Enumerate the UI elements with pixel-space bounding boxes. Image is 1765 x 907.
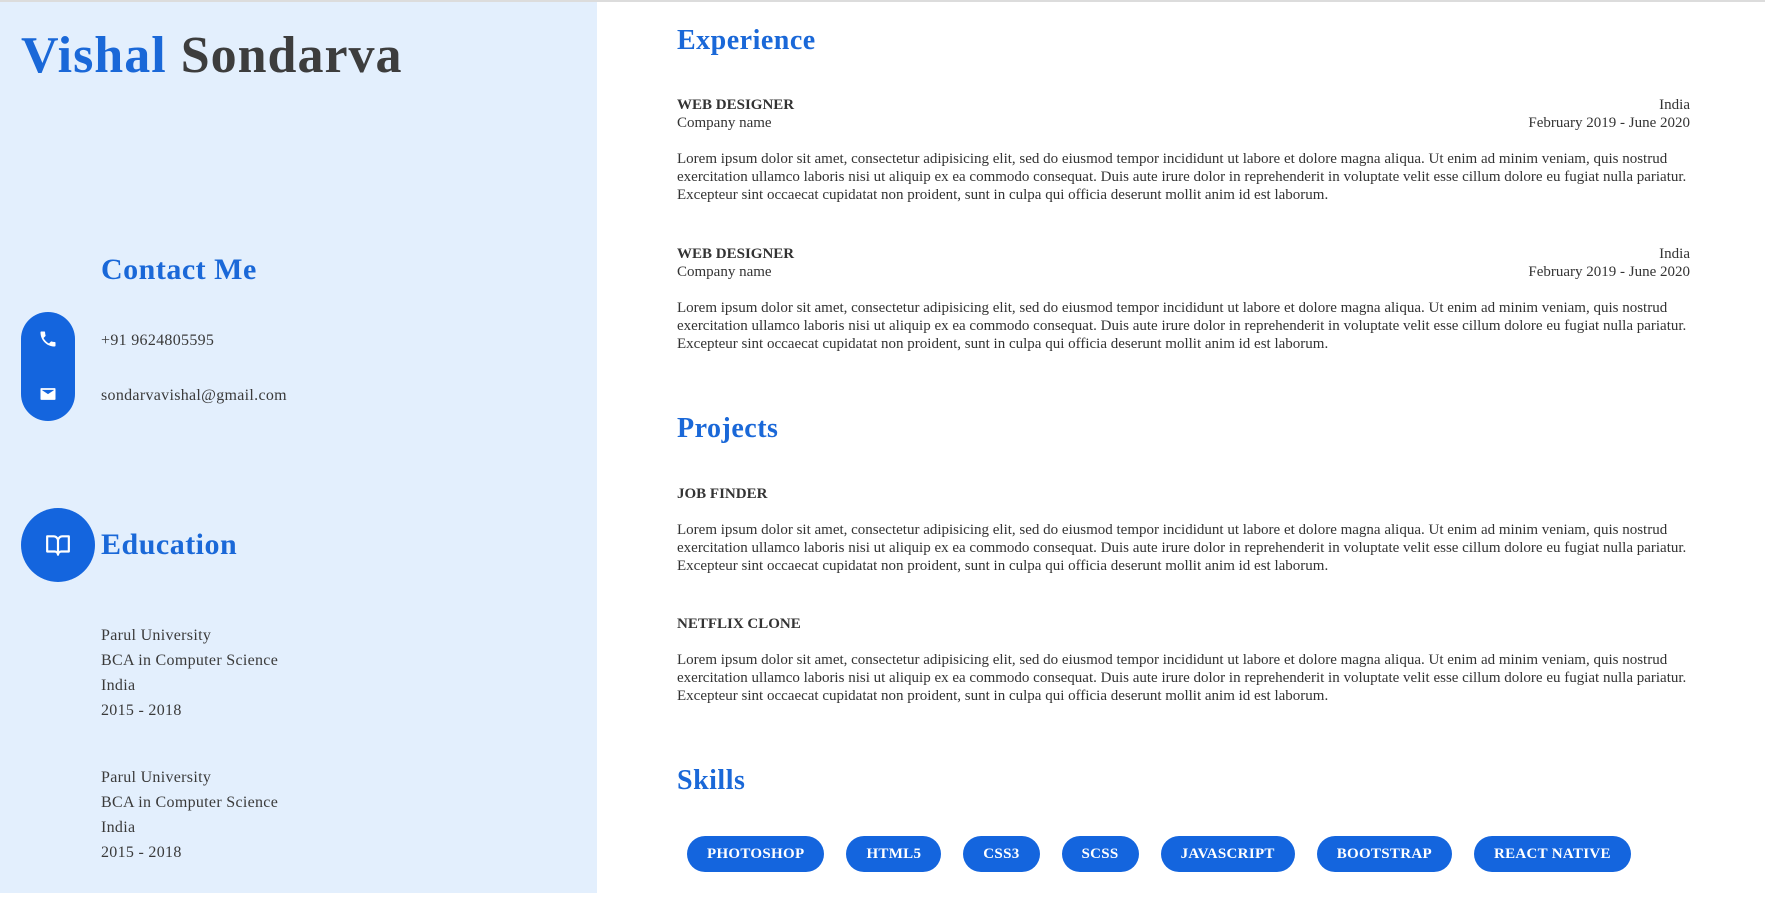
project-item: NETFLIX CLONE Lorem ipsum dolor sit amet… [677, 615, 1690, 705]
education-badge [21, 508, 95, 582]
project-description: Lorem ipsum dolor sit amet, consectetur … [677, 652, 1687, 704]
skill-tag-bootstrap[interactable]: BOOTSTRAP [1316, 836, 1452, 872]
experience-item: WEB DESIGNER India Company name February… [677, 245, 1690, 353]
last-name: Sondarva [180, 27, 403, 84]
phone-icon [40, 331, 56, 347]
skill-tag-javascript[interactable]: JAVASCRIPT [1160, 836, 1295, 872]
projects-heading: Projects [677, 413, 779, 444]
job-dates: February 2019 - June 2020 [1528, 264, 1690, 280]
skills-list: PHOTOSHOP HTML5 CSS3 SCSS JAVASCRIPT BOO… [687, 836, 1631, 872]
phone-number[interactable]: +91 9624805595 [101, 331, 214, 351]
skill-tag-html5[interactable]: HTML5 [846, 836, 942, 872]
job-description: Lorem ipsum dolor sit amet, consectetur … [677, 300, 1687, 352]
education-school: Parul University [101, 627, 212, 644]
skill-tag-css3[interactable]: CSS3 [963, 836, 1040, 872]
experience-heading: Experience [677, 25, 816, 56]
mail-icon [40, 388, 56, 400]
profile-name: Vishal Sondarva [21, 24, 403, 88]
education-item: Parul University BCA in Computer Science… [101, 623, 278, 723]
skill-tag-photoshop[interactable]: PHOTOSHOP [687, 836, 825, 872]
education-item: Parul University BCA in Computer Science… [101, 765, 278, 865]
company-name: Company name [677, 264, 772, 280]
contact-heading: Contact Me [101, 253, 257, 286]
education-list: Parul University BCA in Computer Science… [101, 623, 278, 907]
skills-heading: Skills [677, 765, 746, 796]
sidebar: Vishal Sondarva Contact Me +91 962480559… [0, 2, 597, 893]
book-icon [46, 535, 70, 556]
first-name: Vishal [21, 27, 167, 84]
project-name: JOB FINDER [677, 486, 768, 502]
education-years: 2015 - 2018 [101, 702, 182, 719]
education-heading: Education [101, 528, 238, 561]
education-degree: BCA in Computer Science [101, 652, 279, 669]
company-name: Company name [677, 115, 772, 131]
project-description: Lorem ipsum dolor sit amet, consectetur … [677, 522, 1687, 574]
skill-tag-scss[interactable]: SCSS [1061, 836, 1139, 872]
education-school: Parul University [101, 769, 212, 786]
education-years: 2015 - 2018 [101, 844, 182, 861]
contact-icons-pill [21, 312, 75, 421]
job-role: WEB DESIGNER [677, 246, 795, 262]
education-degree: BCA in Computer Science [101, 794, 279, 811]
email-address[interactable]: sondarvavishal@gmail.com [101, 386, 287, 406]
experience-item: WEB DESIGNER India Company name February… [677, 96, 1690, 204]
skill-tag-react-native[interactable]: REACT NATIVE [1473, 836, 1631, 872]
project-item: JOB FINDER Lorem ipsum dolor sit amet, c… [677, 485, 1690, 575]
job-location: India [1659, 97, 1690, 113]
job-location: India [1659, 246, 1690, 262]
education-location: India [101, 677, 136, 694]
job-description: Lorem ipsum dolor sit amet, consectetur … [677, 151, 1687, 203]
education-location: India [101, 819, 136, 836]
job-role: WEB DESIGNER [677, 97, 795, 113]
job-dates: February 2019 - June 2020 [1528, 115, 1690, 131]
project-name: NETFLIX CLONE [677, 616, 801, 632]
